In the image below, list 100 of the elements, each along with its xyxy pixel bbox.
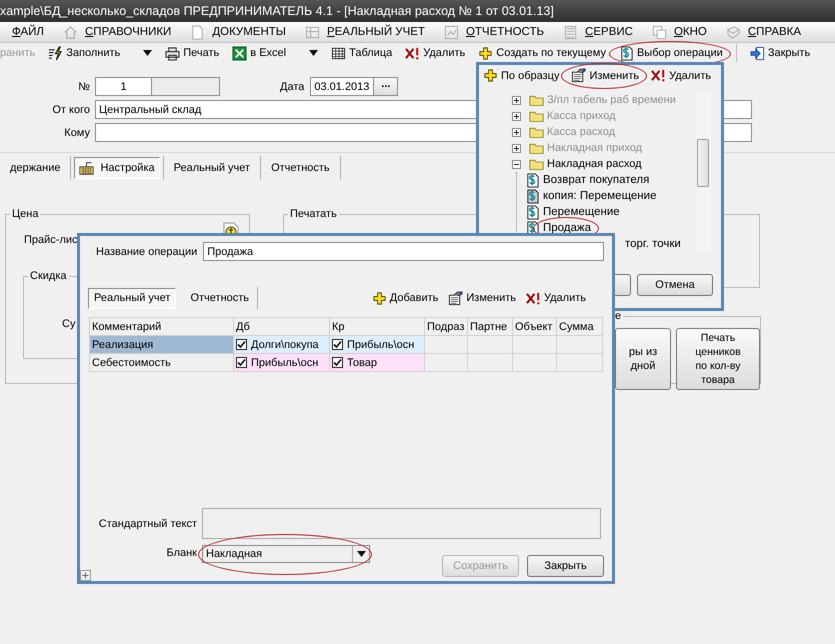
document-icon <box>525 188 540 204</box>
tab[interactable]: Реальный учет <box>164 157 260 179</box>
column-header[interactable]: Сумма <box>556 318 602 336</box>
date-field[interactable]: 03.01.2013 <box>310 77 374 96</box>
document-icon <box>525 204 540 220</box>
to-label: Кому <box>63 126 90 138</box>
tree-item[interactable]: Накладная расход <box>547 158 642 170</box>
column-header[interactable]: Комментарий <box>90 318 234 336</box>
operation-name-label: Название операции <box>96 246 198 258</box>
date-picker-button[interactable]: ... <box>374 77 398 96</box>
collapse-icon[interactable] <box>512 160 521 168</box>
exit-icon <box>750 46 765 60</box>
plus-icon <box>372 290 387 306</box>
toolbar-button[interactable]: Закрыть <box>750 46 810 60</box>
menu-item[interactable]: ОТЧЕТНОСТЬ <box>466 26 544 38</box>
menu-item[interactable]: СПРАВКА <box>748 26 802 38</box>
toolbar-button[interactable]: По образцу <box>483 68 560 83</box>
grid-icon <box>304 24 320 40</box>
account-text: Прибыль\осн <box>251 356 318 368</box>
account-text: Товар <box>347 356 377 368</box>
tab[interactable]: Реальный учет <box>88 288 176 308</box>
plus-icon <box>478 46 494 60</box>
cancel-button[interactable]: Отмена <box>637 274 713 296</box>
table-cell[interactable]: Прибыль\осн <box>330 336 424 354</box>
toolbar-button[interactable]: Добавить <box>372 290 438 306</box>
toolbar-button[interactable]: в Excel <box>232 46 286 60</box>
page-icon <box>190 24 206 40</box>
checkbox[interactable] <box>332 357 343 368</box>
group-title: е <box>615 310 622 322</box>
table-cell[interactable]: Товар <box>330 354 424 372</box>
checkbox[interactable] <box>236 357 247 368</box>
standard-text-field[interactable] <box>202 508 601 539</box>
form-label: Бланк <box>165 547 197 559</box>
menu-item[interactable]: ДОКУМЕНТЫ <box>212 26 286 38</box>
group-title: Печатать <box>289 208 338 220</box>
caret-icon[interactable] <box>309 50 318 56</box>
column-header[interactable]: Объект <box>512 318 556 336</box>
form-icon <box>448 290 464 306</box>
toolbar-button[interactable]: Таблица <box>331 46 392 60</box>
delete-icon <box>651 68 666 83</box>
number-suffix-field[interactable] <box>152 77 220 96</box>
document-icon <box>525 172 540 188</box>
form-dropdown[interactable]: Накладная <box>202 545 370 563</box>
tab[interactable]: Отчетность <box>261 157 340 179</box>
tab[interactable]: Отчетность <box>182 288 258 308</box>
menu-item[interactable]: СЕРВИС <box>585 26 633 38</box>
plus-icon <box>483 68 498 83</box>
menu-item[interactable]: ФАЙЛ <box>12 26 44 38</box>
group-title: Скидка <box>29 270 68 282</box>
toolbar-button[interactable]: Печать <box>165 46 220 60</box>
column-header[interactable]: Кр <box>330 318 424 336</box>
number-label: № <box>77 80 90 92</box>
column-header[interactable]: Партне <box>468 318 512 336</box>
account-text: Долги\покупа <box>251 338 319 350</box>
grid-icon <box>331 46 346 60</box>
delete-icon <box>526 290 541 306</box>
delete-icon <box>405 46 420 60</box>
tree-item[interactable]: Продажа <box>543 222 591 234</box>
print-button[interactable]: Печать ценников по кол-ву товара <box>676 328 760 390</box>
checkbox[interactable] <box>332 339 343 350</box>
number-field[interactable]: 1 <box>95 77 152 96</box>
sum-label: Су <box>62 318 76 330</box>
chart-icon <box>444 24 459 40</box>
tree-item[interactable]: Перемещение <box>543 206 620 218</box>
toolbar-button[interactable]: Удалить <box>405 46 466 60</box>
dialog-button[interactable]: Закрыть <box>527 555 604 577</box>
menu-item[interactable]: СПРАВОЧНИКИ <box>84 26 172 38</box>
windows-icon <box>652 24 667 40</box>
tree-item[interactable]: копия: Перемещение <box>543 190 656 202</box>
table-cell[interactable]: Долги\покупа <box>234 336 330 354</box>
table-cell[interactable]: Себестоимость <box>90 354 234 372</box>
checkbox[interactable] <box>236 339 247 350</box>
toolbar-button[interactable]: Создать по текущему <box>478 46 606 60</box>
account-text: Прибыль\осн <box>347 338 414 350</box>
toolbar-button[interactable]: Заполнить <box>48 46 120 60</box>
toolbar-button[interactable]: Изменить <box>448 290 516 306</box>
tree-item[interactable]: Возврат покупателя <box>543 174 650 186</box>
print-button[interactable]: ры из дной <box>615 328 671 390</box>
toolbar-button[interactable]: Выбор операции <box>618 46 723 60</box>
column-header[interactable]: Подраз <box>424 318 468 336</box>
printer-icon <box>165 46 180 60</box>
tab[interactable]: Настройка <box>74 157 160 179</box>
tab[interactable]: держание <box>0 157 70 179</box>
menu-item[interactable]: ОКНО <box>674 26 707 38</box>
scrollbar[interactable] <box>696 92 711 252</box>
toolbar-button[interactable]: Удалить <box>651 68 712 83</box>
table-cell[interactable]: Реализация <box>90 336 234 354</box>
toolbar-button[interactable]: Изменить <box>571 68 640 83</box>
operation-name-field[interactable]: Продажа <box>203 242 604 261</box>
from-label: От кого <box>51 104 90 116</box>
calculator-icon <box>563 24 578 40</box>
table-cell[interactable]: Прибыль\осн <box>234 354 330 372</box>
tree-item[interactable]: торг. точки <box>625 238 681 250</box>
price-list-label: Прайс-лис <box>24 234 78 246</box>
menu-item[interactable]: РЕАЛЬНЫЙ УЧЕТ <box>326 26 425 38</box>
toolbar-button[interactable]: Удалить <box>526 290 586 306</box>
caret-icon[interactable] <box>143 50 152 56</box>
plus-icon[interactable] <box>80 570 91 581</box>
group-title: Цена <box>11 208 40 220</box>
column-header[interactable]: Дб <box>234 318 330 336</box>
